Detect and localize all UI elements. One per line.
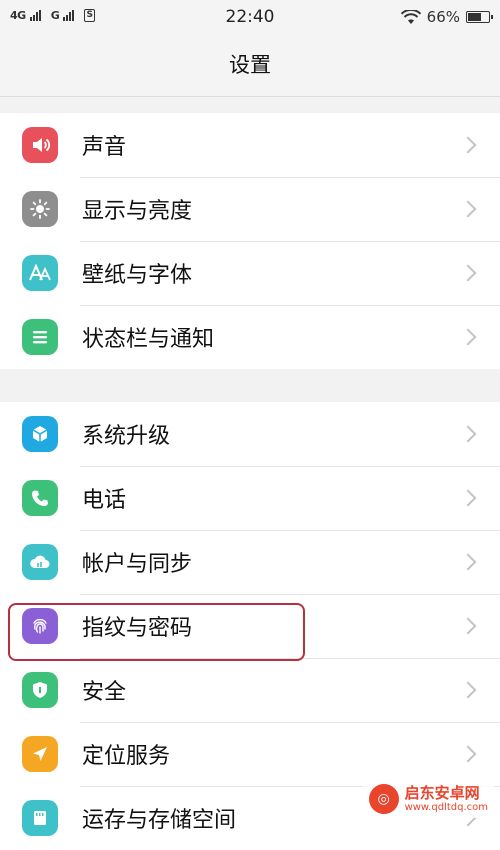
update-cube-icon [22, 416, 58, 452]
chevron-right-icon [459, 264, 477, 282]
settings-item-label: 帐户与同步 [82, 552, 193, 577]
settings-item-wallpaper-font[interactable]: 壁纸与字体 [0, 241, 500, 305]
chevron-right-icon [459, 136, 477, 154]
settings-item-label: 壁纸与字体 [82, 263, 193, 288]
cloud-icon [22, 544, 58, 580]
chevron-right-icon [459, 200, 477, 218]
location-arrow-icon [22, 736, 58, 772]
wifi-icon [400, 9, 421, 24]
watermark-url: www.qdltdq.com [404, 801, 488, 813]
chevron-right-icon [459, 489, 477, 507]
settings-item-phone[interactable]: 电话 [0, 466, 500, 530]
settings-item-label: 状态栏与通知 [82, 327, 215, 352]
chevron-right-icon [459, 425, 477, 443]
settings-item-sound[interactable]: 声音 [0, 113, 500, 177]
status-right: 66% [400, 8, 493, 26]
settings-item-label: 安全 [82, 680, 127, 705]
page-title: 设置 [0, 34, 500, 97]
chevron-right-icon [459, 617, 477, 635]
settings-item-security[interactable]: 安全 [0, 658, 500, 722]
settings-item-label: 系统升级 [82, 424, 171, 449]
settings-item-location[interactable]: 定位服务 [0, 722, 500, 786]
settings-item-system-update[interactable]: 系统升级 [0, 402, 500, 466]
settings-item-display[interactable]: 显示与亮度 [0, 177, 500, 241]
settings-group-1: 声音 显示与亮度 壁纸与字体 状态栏与通知 [0, 113, 500, 369]
phone-icon [22, 480, 58, 516]
watermark-logo-icon: ◎ [368, 784, 399, 814]
watermark: ◎ 启东安卓网 www.qdltdq.com [362, 780, 494, 818]
shield-icon [22, 672, 58, 708]
settings-item-label: 声音 [82, 135, 127, 160]
settings-item-label: 显示与亮度 [82, 199, 193, 224]
watermark-name: 启东安卓网 [404, 784, 480, 803]
chevron-right-icon [459, 681, 477, 699]
watermark-text: 启东安卓网 www.qdltdq.com [405, 785, 488, 813]
battery-icon [466, 11, 493, 23]
settings-item-accounts-sync[interactable]: 帐户与同步 [0, 530, 500, 594]
settings-item-statusbar-notifications[interactable]: 状态栏与通知 [0, 305, 500, 369]
status-bar: 4G G S 22:40 66% [0, 0, 500, 34]
spacer [0, 97, 500, 113]
settings-item-label: 定位服务 [82, 744, 171, 769]
storage-icon [22, 800, 58, 836]
fingerprint-icon [22, 608, 58, 644]
section-divider [0, 369, 500, 402]
settings-item-label: 指纹与密码 [82, 616, 193, 641]
chevron-right-icon [459, 745, 477, 763]
font-icon [22, 255, 58, 291]
speaker-icon [22, 127, 58, 163]
chevron-right-icon [459, 553, 477, 571]
settings-item-label: 电话 [82, 488, 127, 513]
battery-percent: 66% [426, 8, 460, 26]
chevron-right-icon [459, 328, 477, 346]
settings-item-fingerprint-password[interactable]: 指纹与密码 [0, 594, 500, 658]
sun-icon [22, 191, 58, 227]
list-icon [22, 319, 58, 355]
battery-fill [468, 13, 481, 21]
